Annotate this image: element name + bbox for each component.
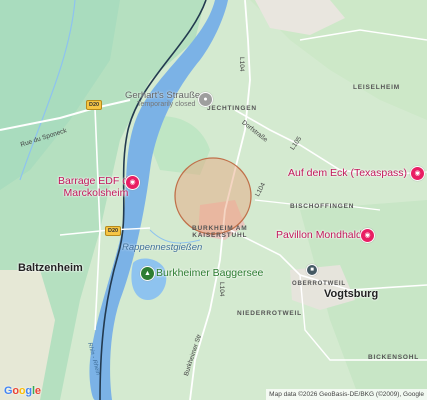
camera-icon[interactable]: ◉: [410, 166, 425, 181]
poi-gerharts-name[interactable]: Gerhart's Strauße: [125, 91, 200, 101]
poi-gerharts-status: Temporarily closed: [137, 101, 196, 108]
road-label-l104-north: L104: [238, 57, 245, 72]
place-bischoffingen: BISCHOFFINGEN: [290, 203, 355, 210]
place-leiselheim: LEISELHEIM: [353, 84, 401, 91]
poi-auf-dem-eck[interactable]: Auf dem Eck (Texaspass): [288, 168, 407, 179]
poi-barrage-edf[interactable]: Barrage EDF de Marckolsheim: [58, 175, 134, 200]
poi-burkheimer-baggersee[interactable]: Burkheimer Baggersee: [156, 268, 263, 279]
map-attribution[interactable]: Map data ©2026 GeoBasis-DE/BKG (©2009), …: [266, 389, 427, 400]
poi-pavillon-mondhalde[interactable]: Pavillon Mondhalde: [276, 230, 368, 241]
place-niederrotweil: NIEDERROTWEIL: [237, 310, 302, 317]
road-shield-d20-north: D20: [86, 100, 103, 110]
place-bickensohl: BICKENSOHL: [368, 354, 419, 361]
place-baltzenheim: Baltzenheim: [18, 262, 83, 274]
google-logo: Google: [4, 385, 41, 397]
park-icon[interactable]: ▲: [140, 266, 155, 281]
road-shield-d20-south: D20: [105, 226, 122, 236]
location-radius-circle: [174, 157, 252, 235]
road-label-l104-south: L104: [218, 282, 225, 297]
place-burkheim: BURKHEIM AM KAISERSTUHL: [192, 225, 248, 240]
water-rappennestgiessen: Rappennestgießen: [122, 242, 203, 253]
place-vogtsburg: Vogtsburg: [324, 288, 379, 300]
restaurant-icon[interactable]: ●: [198, 92, 213, 107]
camera-icon[interactable]: ◉: [360, 228, 375, 243]
map-base: [0, 0, 427, 400]
place-oberrotweil: OBERROTWEIL: [292, 281, 346, 287]
train-station-icon[interactable]: ■: [306, 264, 318, 276]
map-canvas[interactable]: JECHTINGEN LEISELHEIM BISCHOFFINGEN BURK…: [0, 0, 427, 400]
place-jechtingen: JECHTINGEN: [207, 105, 257, 112]
camera-icon[interactable]: ◉: [125, 175, 140, 190]
